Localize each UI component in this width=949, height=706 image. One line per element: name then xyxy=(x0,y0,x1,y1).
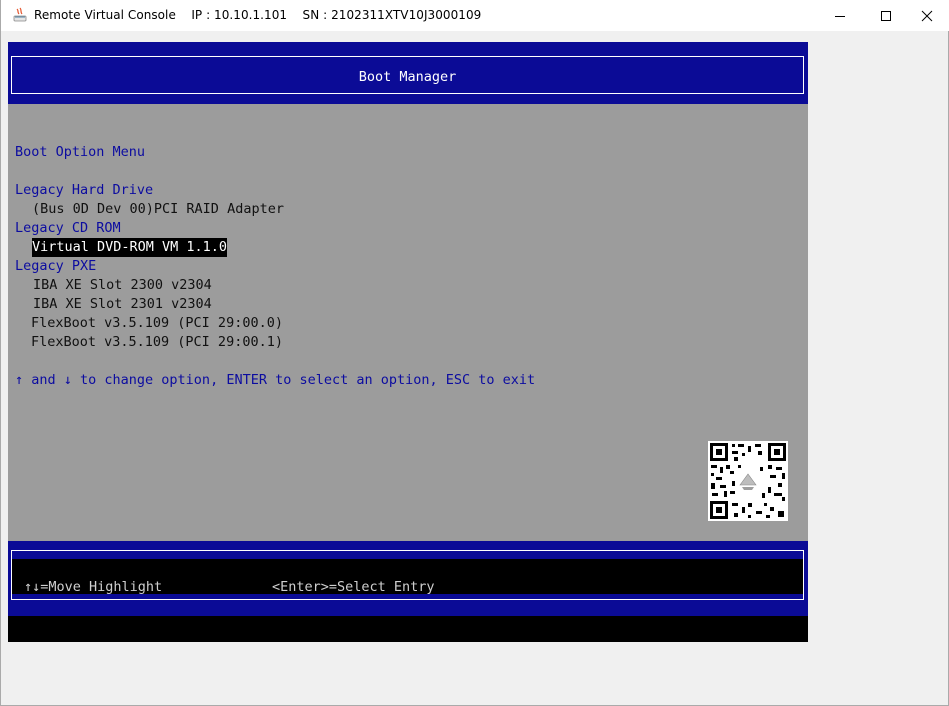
section-label-cd-rom: Legacy CD ROM xyxy=(15,220,121,236)
section-label-hard-drive: Legacy Hard Drive xyxy=(15,182,154,198)
footer-select-hint: <Enter>=Select Entry xyxy=(272,579,435,595)
bios-console-screen[interactable]: Boot Manager Boot Option Menu Legacy Har… xyxy=(8,42,808,642)
qr-code-icon xyxy=(708,441,788,521)
title-bar[interactable]: Remote Virtual Console IP : 10.10.1.101 … xyxy=(1,0,949,31)
minimize-button[interactable] xyxy=(817,0,863,31)
maximize-button[interactable] xyxy=(863,0,909,31)
maximize-icon xyxy=(881,10,891,21)
menu-title: Boot Option Menu xyxy=(15,144,146,160)
close-icon xyxy=(921,10,933,21)
boot-option-raid-adapter[interactable]: (Bus 0D Dev 00)PCI RAID Adapter xyxy=(32,200,284,219)
section-label-pxe: Legacy PXE xyxy=(15,258,97,274)
remote-console-window: Remote Virtual Console IP : 10.10.1.101 … xyxy=(0,0,949,706)
boot-option-flexboot-1[interactable]: FlexBoot v3.5.109 (PCI 29:00.1) xyxy=(31,333,283,352)
header-box: Boot Manager xyxy=(11,56,804,94)
console-bottom-strip xyxy=(8,616,808,642)
instructions-text: ↑ and ↓ to change option, ENTER to selec… xyxy=(15,372,536,388)
header-bar: Boot Manager xyxy=(8,42,808,104)
footer-bar: ↑↓=Move Highlight <Enter>=Select Entry xyxy=(8,541,808,616)
footer-band-top xyxy=(12,551,803,559)
footer-box: ↑↓=Move Highlight <Enter>=Select Entry xyxy=(11,550,804,600)
boot-option-flexboot-0[interactable]: FlexBoot v3.5.109 (PCI 29:00.0) xyxy=(31,314,283,333)
close-button[interactable] xyxy=(904,0,949,31)
minimize-icon xyxy=(835,15,845,17)
java-app-icon xyxy=(13,7,27,22)
footer-move-hint: ↑↓=Move Highlight xyxy=(24,579,163,595)
boot-option-iba-2301[interactable]: IBA XE Slot 2301 v2304 xyxy=(33,295,212,314)
header-title: Boot Manager xyxy=(358,69,457,85)
window-title: Remote Virtual Console IP : 10.10.1.101 … xyxy=(34,8,482,22)
boot-option-virtual-dvd-selected[interactable]: Virtual DVD-ROM VM 1.1.0 xyxy=(32,238,228,257)
boot-option-iba-2300[interactable]: IBA XE Slot 2300 v2304 xyxy=(33,276,212,295)
